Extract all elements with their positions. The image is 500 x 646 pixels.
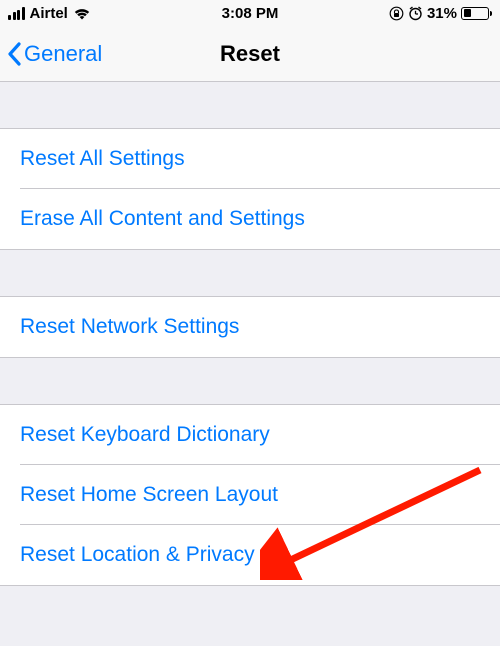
status-time: 3:08 PM	[222, 5, 279, 22]
battery-icon	[461, 7, 492, 20]
row-label: Reset Home Screen Layout	[20, 483, 278, 507]
reset-all-settings-row[interactable]: Reset All Settings	[0, 129, 500, 189]
content-area: Reset All Settings Erase All Content and…	[0, 82, 500, 586]
reset-keyboard-dictionary-row[interactable]: Reset Keyboard Dictionary	[0, 405, 500, 465]
chevron-left-icon	[6, 41, 22, 67]
row-label: Erase All Content and Settings	[20, 207, 305, 231]
back-label: General	[24, 41, 102, 67]
signal-icon	[8, 7, 25, 20]
orientation-lock-icon	[389, 6, 404, 21]
row-label: Reset All Settings	[20, 147, 185, 171]
page-title: Reset	[220, 41, 280, 67]
nav-bar: General Reset	[0, 26, 500, 82]
status-bar: Airtel 3:08 PM 31%	[0, 0, 500, 26]
row-label: Reset Keyboard Dictionary	[20, 423, 270, 447]
erase-all-content-row[interactable]: Erase All Content and Settings	[0, 189, 500, 249]
section-3: Reset Keyboard Dictionary Reset Home Scr…	[0, 404, 500, 586]
battery-fill	[464, 9, 471, 17]
row-label: Reset Network Settings	[20, 315, 239, 339]
carrier-label: Airtel	[30, 5, 68, 22]
alarm-icon	[408, 6, 423, 21]
row-label: Reset Location & Privacy	[20, 543, 255, 567]
reset-location-privacy-row[interactable]: Reset Location & Privacy	[0, 525, 500, 585]
section-2: Reset Network Settings	[0, 296, 500, 358]
status-right: 31%	[389, 5, 492, 22]
reset-home-screen-layout-row[interactable]: Reset Home Screen Layout	[0, 465, 500, 525]
battery-percent: 31%	[427, 5, 457, 22]
reset-network-settings-row[interactable]: Reset Network Settings	[0, 297, 500, 357]
status-left: Airtel	[8, 5, 91, 22]
back-button[interactable]: General	[6, 41, 102, 67]
section-1: Reset All Settings Erase All Content and…	[0, 128, 500, 250]
wifi-icon	[73, 7, 91, 20]
